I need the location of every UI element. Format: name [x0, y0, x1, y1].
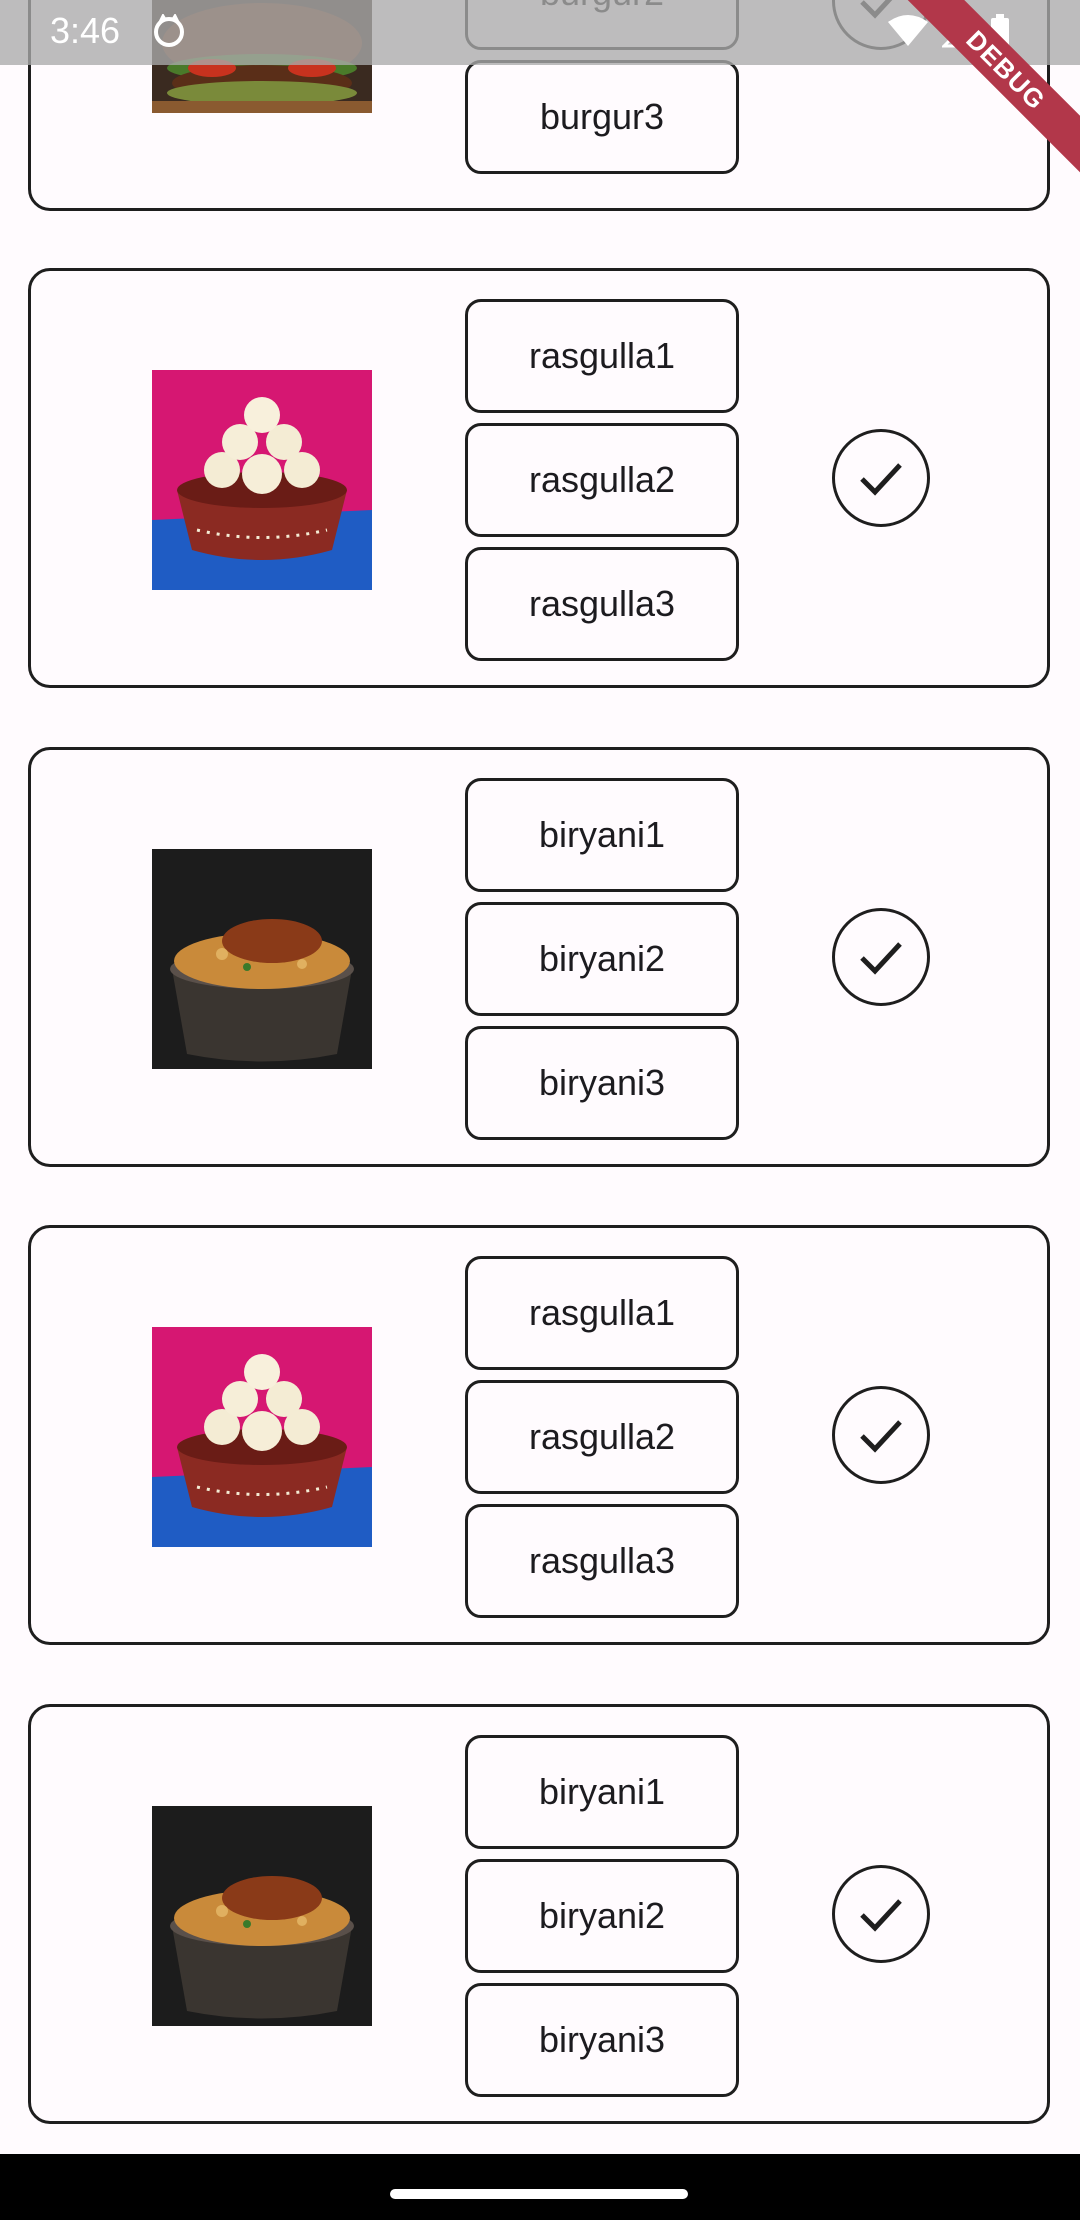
check-icon: [860, 942, 902, 975]
food-card: biryani1 biryani2 biryani3: [28, 1704, 1050, 2124]
food-card: biryani1 biryani2 biryani3: [28, 747, 1050, 1167]
option-button[interactable]: rasgulla2: [465, 423, 739, 537]
food-image-biryani: [152, 849, 372, 1069]
option-button[interactable]: rasgulla1: [465, 299, 739, 413]
food-card: rasgulla1 rasgulla2 rasgulla3: [28, 1225, 1050, 1645]
option-label: biryani2: [538, 938, 666, 979]
check-button[interactable]: [832, 908, 930, 1006]
option-label: biryani1: [538, 1771, 666, 1812]
option-button[interactable]: burgur3: [465, 60, 739, 174]
home-gesture-handle[interactable]: [390, 2189, 688, 2199]
option-label: rasgulla1: [528, 335, 676, 376]
navigation-bar: [0, 2154, 1080, 2220]
option-label: rasgulla3: [528, 583, 676, 624]
option-button[interactable]: rasgulla3: [465, 547, 739, 661]
option-button[interactable]: rasgulla1: [465, 1256, 739, 1370]
option-label: biryani2: [538, 1895, 666, 1936]
option-button[interactable]: rasgulla3: [465, 1504, 739, 1618]
option-label: rasgulla1: [528, 1292, 676, 1333]
option-label: biryani3: [538, 1062, 666, 1103]
option-label: rasgulla2: [528, 459, 676, 500]
check-button[interactable]: [832, 429, 930, 527]
check-button[interactable]: [832, 1386, 930, 1484]
app-notification-icon: [154, 14, 184, 47]
option-button[interactable]: biryani1: [465, 778, 739, 892]
option-button[interactable]: biryani2: [465, 902, 739, 1016]
option-button[interactable]: biryani3: [465, 1983, 739, 2097]
check-icon: [860, 1420, 902, 1453]
option-button[interactable]: biryani1: [465, 1735, 739, 1849]
wifi-icon: [888, 15, 928, 46]
option-button[interactable]: rasgulla2: [465, 1380, 739, 1494]
check-button[interactable]: [832, 1865, 930, 1963]
check-icon: [860, 463, 902, 496]
option-button[interactable]: biryani2: [465, 1859, 739, 1973]
option-label: biryani1: [538, 814, 666, 855]
option-label: biryani3: [538, 2019, 666, 2060]
food-image-rasgulla: [152, 1327, 372, 1547]
check-icon: [860, 1899, 902, 1932]
status-time: 3:46: [50, 10, 121, 51]
option-label: rasgulla3: [528, 1540, 676, 1581]
option-label: burgur3: [539, 96, 665, 137]
option-label: rasgulla2: [528, 1416, 676, 1457]
food-image-rasgulla: [152, 370, 372, 590]
option-button[interactable]: biryani3: [465, 1026, 739, 1140]
food-image-biryani: [152, 1806, 372, 2026]
food-card: rasgulla1 rasgulla2 rasgulla3: [28, 268, 1050, 688]
